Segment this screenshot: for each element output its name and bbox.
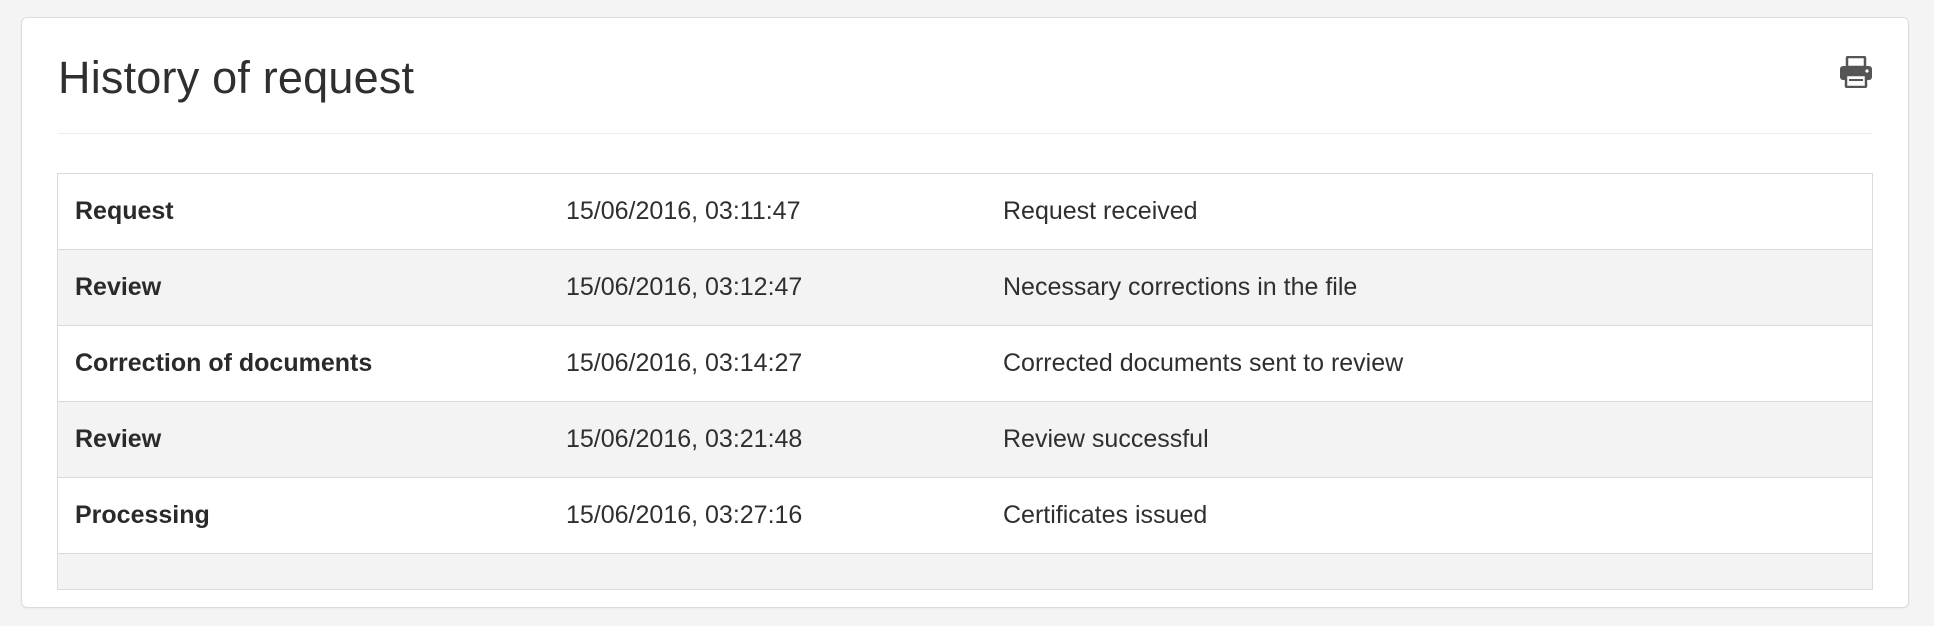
row-description: Request received (986, 174, 1872, 250)
row-step: Request (58, 174, 549, 250)
row-date: 15/06/2016, 03:21:48 (549, 401, 986, 478)
row-date: 15/06/2016, 03:12:47 (549, 249, 986, 326)
row-step: Review (58, 249, 549, 326)
row-step: Processing (58, 477, 549, 554)
table-row: Request 15/06/2016, 03:11:47 Request rec… (58, 174, 1872, 250)
row-description: Corrected documents sent to review (986, 325, 1872, 402)
table-row: Processing 15/06/2016, 03:27:16 Certific… (58, 477, 1872, 554)
page-title: History of request (58, 52, 415, 103)
history-panel: History of request Request 15/06/2016, 0… (21, 17, 1909, 608)
table-row: Review 15/06/2016, 03:12:47 Necessary co… (58, 249, 1872, 326)
history-table: Request 15/06/2016, 03:11:47 Request rec… (57, 173, 1873, 590)
table-row: Correction of documents 15/06/2016, 03:1… (58, 325, 1872, 402)
row-step: Review (58, 401, 549, 478)
row-date: 15/06/2016, 03:11:47 (549, 174, 986, 250)
row-description: Review successful (986, 401, 1872, 478)
row-date: 15/06/2016, 03:14:27 (549, 325, 986, 402)
row-description: Necessary corrections in the file (986, 249, 1872, 326)
row-date: 15/06/2016, 03:27:16 (549, 477, 986, 554)
panel-header: History of request (58, 18, 1872, 134)
row-step: Correction of documents (58, 325, 549, 402)
print-button[interactable] (1836, 54, 1876, 94)
row-description: Certificates issued (986, 477, 1872, 554)
table-row: Review 15/06/2016, 03:21:48 Review succe… (58, 401, 1872, 478)
printer-icon (1839, 55, 1873, 93)
